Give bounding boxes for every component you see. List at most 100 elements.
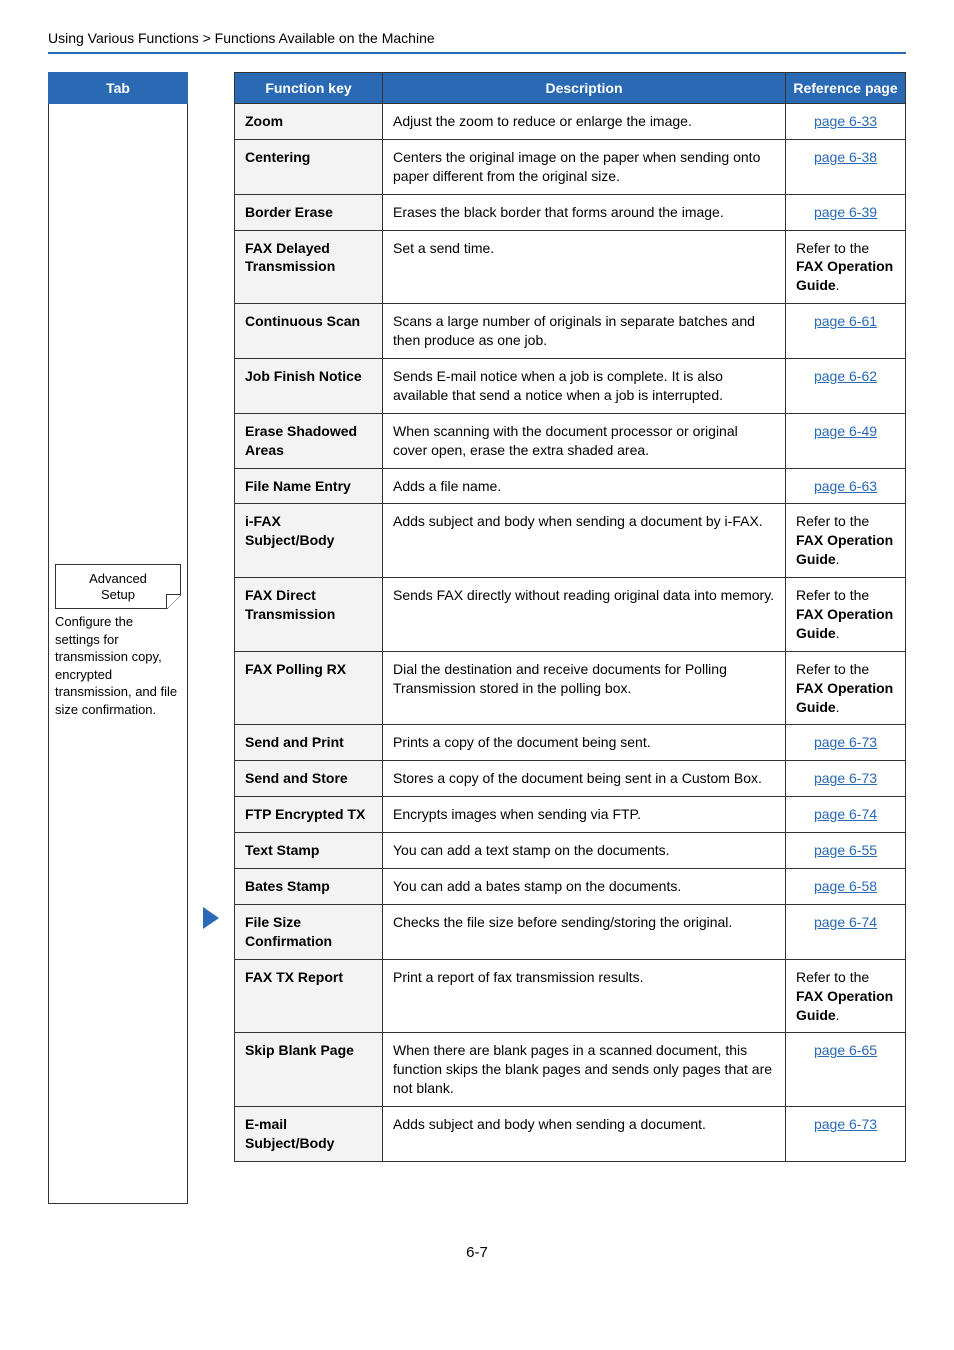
cell-description: Sends FAX directly without reading origi… [383,578,786,652]
cell-function-key: FAX TX Report [235,959,383,1033]
cell-reference: page 6-73 [786,1107,906,1162]
cell-function-key: E-mail Subject/Body [235,1107,383,1162]
breadcrumb: Using Various Functions > Functions Avai… [48,30,906,46]
cell-function-key: FAX Delayed Transmission [235,230,383,304]
page-link[interactable]: page 6-58 [814,878,877,894]
tab-description: Configure the settings for transmission … [55,613,181,718]
ref-text-pre: Refer to the [796,969,869,985]
ref-text-pre: Refer to the [796,587,869,603]
table-container: Function key Description Reference page … [234,72,906,1204]
page-link[interactable]: page 6-33 [814,113,877,129]
page-link[interactable]: page 6-62 [814,368,877,384]
cell-description: Stores a copy of the document being sent… [383,761,786,797]
header-rule [48,52,906,54]
ref-text-pre: Refer to the [796,240,869,256]
tab-advanced-setup[interactable]: Advanced Setup [55,564,181,609]
cell-reference: page 6-73 [786,761,906,797]
cell-reference: Refer to the FAX Operation Guide. [786,504,906,578]
cell-description: Adds subject and body when sending a doc… [383,504,786,578]
tab-box-line1: Advanced [89,571,147,586]
table-row: File Size ConfirmationChecks the file si… [235,904,906,959]
ref-text-post: . [836,699,840,715]
tab-header: Tab [48,72,188,104]
cell-reference: page 6-73 [786,725,906,761]
cell-reference: page 6-61 [786,304,906,359]
table-row: FAX Polling RXDial the destination and r… [235,651,906,725]
page-link[interactable]: page 6-63 [814,478,877,494]
cell-description: Adds a file name. [383,468,786,504]
cell-description: Encrypts images when sending via FTP. [383,797,786,833]
cell-description: Scans a large number of originals in sep… [383,304,786,359]
page-link[interactable]: page 6-49 [814,423,877,439]
table-row: CenteringCenters the original image on t… [235,139,906,194]
th-reference: Reference page [786,73,906,104]
table-row: FAX Direct TransmissionSends FAX directl… [235,578,906,652]
cell-function-key: Border Erase [235,194,383,230]
cell-description: Prints a copy of the document being sent… [383,725,786,761]
cell-function-key: Send and Store [235,761,383,797]
ref-text-post: . [836,277,840,293]
page-link[interactable]: page 6-73 [814,734,877,750]
cell-reference: page 6-39 [786,194,906,230]
table-row: Job Finish NoticeSends E-mail notice whe… [235,359,906,414]
cell-reference: page 6-65 [786,1033,906,1107]
cell-function-key: File Name Entry [235,468,383,504]
table-row: Text StampYou can add a text stamp on th… [235,833,906,869]
page-link[interactable]: page 6-74 [814,806,877,822]
cell-reference: Refer to the FAX Operation Guide. [786,651,906,725]
cell-reference: page 6-58 [786,869,906,905]
ref-guide-name: FAX Operation Guide [796,988,893,1023]
table-row: Send and PrintPrints a copy of the docum… [235,725,906,761]
cell-description: You can add a bates stamp on the documen… [383,869,786,905]
cell-reference: page 6-62 [786,359,906,414]
cell-reference: page 6-55 [786,833,906,869]
page-link[interactable]: page 6-73 [814,1116,877,1132]
ref-guide-name: FAX Operation Guide [796,606,893,641]
cell-function-key: Job Finish Notice [235,359,383,414]
ref-guide-name: FAX Operation Guide [796,258,893,293]
table-row: Bates StampYou can add a bates stamp on … [235,869,906,905]
page-link[interactable]: page 6-73 [814,770,877,786]
cell-description: Erases the black border that forms aroun… [383,194,786,230]
cell-function-key: Bates Stamp [235,869,383,905]
cell-reference: page 6-38 [786,139,906,194]
page-link[interactable]: page 6-39 [814,204,877,220]
cell-function-key: i-FAX Subject/Body [235,504,383,578]
table-header-row: Function key Description Reference page [235,73,906,104]
cell-function-key: FAX Direct Transmission [235,578,383,652]
ref-text-post: . [836,625,840,641]
table-row: Border EraseErases the black border that… [235,194,906,230]
table-row: Skip Blank PageWhen there are blank page… [235,1033,906,1107]
cell-reference: Refer to the FAX Operation Guide. [786,959,906,1033]
cell-function-key: Skip Blank Page [235,1033,383,1107]
th-function-key: Function key [235,73,383,104]
cell-reference: page 6-49 [786,413,906,468]
cell-function-key: Centering [235,139,383,194]
cell-function-key: FTP Encrypted TX [235,797,383,833]
page-link[interactable]: page 6-74 [814,914,877,930]
cell-description: Checks the file size before sending/stor… [383,904,786,959]
cell-reference: Refer to the FAX Operation Guide. [786,578,906,652]
functions-table: Function key Description Reference page … [234,72,906,1162]
ref-text-pre: Refer to the [796,661,869,677]
ref-text-pre: Refer to the [796,513,869,529]
page-link[interactable]: page 6-61 [814,313,877,329]
page-link[interactable]: page 6-38 [814,149,877,165]
cell-reference: Refer to the FAX Operation Guide. [786,230,906,304]
cell-function-key: Zoom [235,104,383,140]
cell-description: Sends E-mail notice when a job is comple… [383,359,786,414]
table-row: i-FAX Subject/BodyAdds subject and body … [235,504,906,578]
tab-box-line2: Setup [101,587,135,602]
page-link[interactable]: page 6-65 [814,1042,877,1058]
ref-guide-name: FAX Operation Guide [796,532,893,567]
cell-function-key: Send and Print [235,725,383,761]
table-row: FAX TX ReportPrint a report of fax trans… [235,959,906,1033]
table-row: E-mail Subject/BodyAdds subject and body… [235,1107,906,1162]
cell-function-key: File Size Confirmation [235,904,383,959]
ref-guide-name: FAX Operation Guide [796,680,893,715]
cell-reference: page 6-63 [786,468,906,504]
triangle-right-icon [203,907,219,929]
th-description: Description [383,73,786,104]
page-link[interactable]: page 6-55 [814,842,877,858]
cell-function-key: Text Stamp [235,833,383,869]
